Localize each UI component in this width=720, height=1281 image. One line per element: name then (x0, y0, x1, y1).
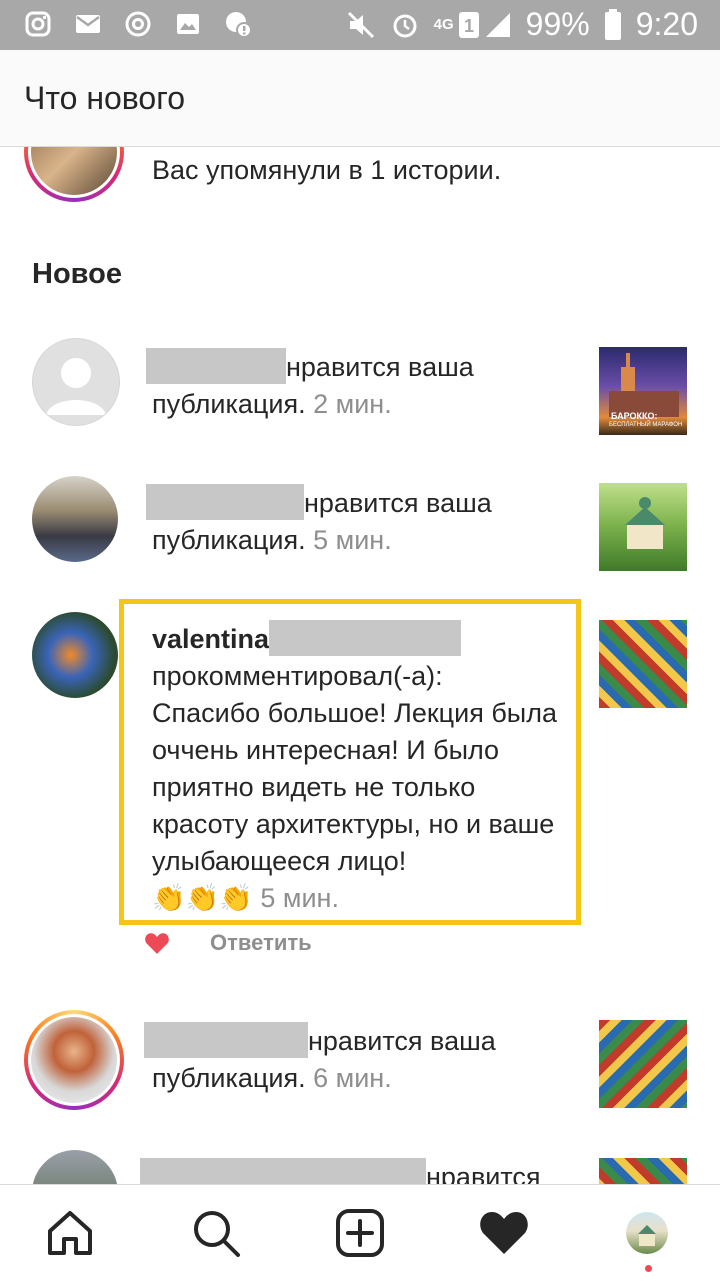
section-title-new: Новое (32, 258, 122, 290)
chapel-silhouette (625, 497, 665, 549)
network-type: 4G (433, 16, 454, 33)
notification-action: нравится ваша (304, 488, 492, 518)
notification-time: 5 мин. (313, 525, 392, 555)
comment-body: Спасибо большое! Лекция была оччень инте… (152, 698, 557, 876)
comment-emoji: 👏👏👏 (152, 883, 253, 913)
user-avatar[interactable] (32, 612, 118, 698)
notification-text: нравится (140, 1158, 590, 1184)
page-title: Что нового (24, 80, 185, 116)
comment-text: valentina прокомментировал(-а): Спасибо … (152, 620, 562, 917)
add-post-icon[interactable] (334, 1207, 386, 1259)
story-mention-text[interactable]: Вас упомянули в 1 истории. (152, 152, 501, 189)
notification-action: нравится (426, 1162, 541, 1184)
user-avatar (31, 1017, 117, 1103)
alarm-icon (393, 14, 417, 37)
default-user-icon (46, 358, 106, 415)
avatar-default[interactable] (32, 338, 120, 426)
top-bar: Что нового (0, 50, 720, 147)
comment-action: прокомментировал(-а): (152, 661, 443, 691)
clock: 9:20 (635, 6, 698, 42)
mute-icon (347, 11, 374, 38)
notification-action-2: публикация. (152, 1063, 306, 1093)
story-avatar (31, 146, 117, 195)
notification-text: нравится ваша публикация. 6 мин. (144, 1022, 584, 1097)
instagram-icon (25, 11, 51, 37)
notification-text: нравится ваша публикация. 5 мин. (146, 484, 576, 559)
sim-icon: 1 (458, 11, 479, 38)
post-thumbnail[interactable] (599, 483, 687, 571)
profile-avatar[interactable] (626, 1212, 668, 1254)
activity-feed[interactable]: Вас упомянули в 1 истории. Новое нравитс… (0, 146, 720, 1184)
story-avatar-ring[interactable] (24, 1010, 124, 1110)
thumb-caption-2: БЕСПЛАТНЫЙ МАРАФОН (609, 422, 683, 428)
chat-alert-icon (226, 12, 252, 38)
notification-dot (645, 1265, 652, 1272)
bottom-navigation (0, 1184, 720, 1281)
signal-icon (485, 12, 510, 37)
activity-heart-icon[interactable] (478, 1207, 530, 1259)
comment-time: 5 мин. (260, 883, 339, 913)
notification-action-2: публикация. (152, 525, 306, 555)
status-bar: 4G 1 99% 9:20 (0, 0, 720, 50)
gallery-icon (177, 14, 199, 34)
story-avatar-ring[interactable] (24, 146, 124, 202)
svg-text:1: 1 (464, 16, 474, 36)
reply-button[interactable]: Ответить (210, 930, 312, 956)
post-thumbnail[interactable]: БАРОККО: БЕСПЛАТНЫЙ МАРАФОН (599, 347, 687, 435)
redacted-username (146, 484, 304, 520)
like-heart-icon[interactable] (144, 931, 170, 955)
network-indicator: 4G 1 (434, 11, 512, 39)
notification-time: 2 мин. (313, 389, 392, 419)
notification-action-2: публикация. (152, 389, 306, 419)
notification-time: 6 мин. (313, 1063, 392, 1093)
notification-action: нравится ваша (308, 1026, 496, 1056)
post-thumbnail[interactable] (599, 1158, 687, 1184)
thumb-caption-1: БАРОККО: (611, 411, 658, 421)
notification-action: нравится ваша (286, 352, 474, 382)
redacted-username (269, 620, 462, 656)
battery-icon (604, 8, 621, 40)
search-icon[interactable] (190, 1207, 242, 1259)
user-avatar[interactable] (32, 476, 118, 562)
comment-actions: Ответить (144, 930, 312, 956)
profile-church-icon (638, 1225, 656, 1246)
at-sign-icon (125, 11, 151, 37)
post-thumbnail[interactable] (599, 620, 687, 708)
battery-percent: 99% (525, 6, 590, 42)
mail-icon (76, 15, 100, 33)
redacted-username (146, 348, 286, 384)
redacted-username (144, 1022, 308, 1058)
home-icon[interactable] (44, 1207, 96, 1259)
notification-text: нравится ваша публикация. 2 мин. (146, 348, 576, 423)
user-avatar[interactable] (32, 1150, 118, 1184)
comment-username[interactable]: valentina (152, 624, 269, 654)
post-thumbnail[interactable] (599, 1020, 687, 1108)
redacted-username (140, 1158, 426, 1184)
